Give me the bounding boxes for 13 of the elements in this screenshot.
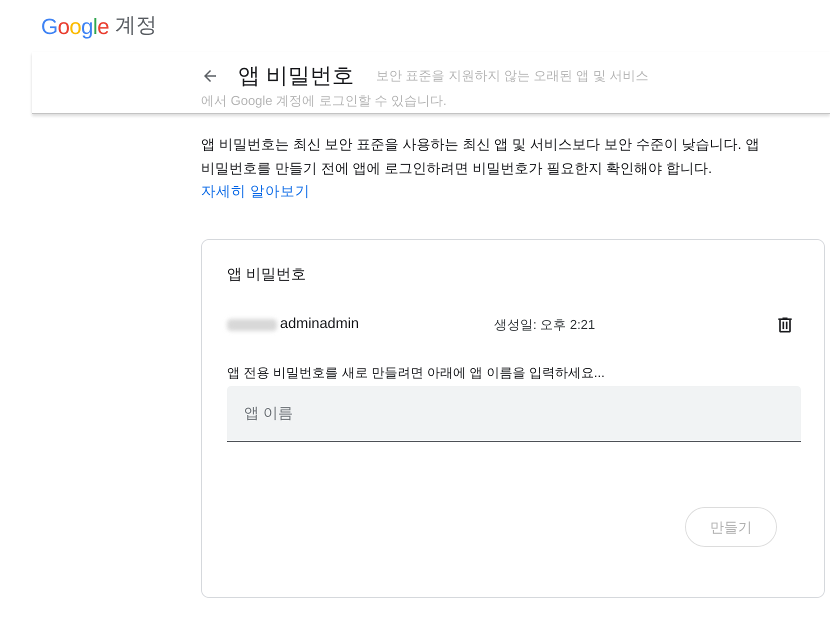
learn-more-link[interactable]: 자세히 알아보기 [201,184,310,200]
created-date: 생성일: 오후 2:21 [494,316,596,334]
instruction-text: 앱 전용 비밀번호를 새로 만들려면 아래에 앱 이름을 입력하세요... [227,364,606,382]
blurred-placeholder [227,319,277,331]
intro-paragraph: 앱 비밀번호는 최신 보안 표준을 사용하는 최신 앱 및 서비스보다 보안 수준이 낮습니다. 앱 비밀번호를 만들기 전에 앱에 로그인하려면 비밀번호가 필요한지 확인해야 합니다. [201,135,760,178]
product-name: 계정 [115,13,158,40]
card-title: 앱 비밀번호 [227,265,308,285]
faded-text: 보안 표준을 지원하지 않는 오래된 앱 및 서비스 [376,67,648,84]
google-logo[interactable]: Google [41,10,110,42]
app-name: adminadmin [280,315,360,334]
app-name-field[interactable]: 앱 이름 [227,386,801,442]
faded-text: 에서 Google 계정에 로그인할 수 있습니다. [201,92,447,109]
page-title: 앱 비밀번호 [238,62,354,89]
